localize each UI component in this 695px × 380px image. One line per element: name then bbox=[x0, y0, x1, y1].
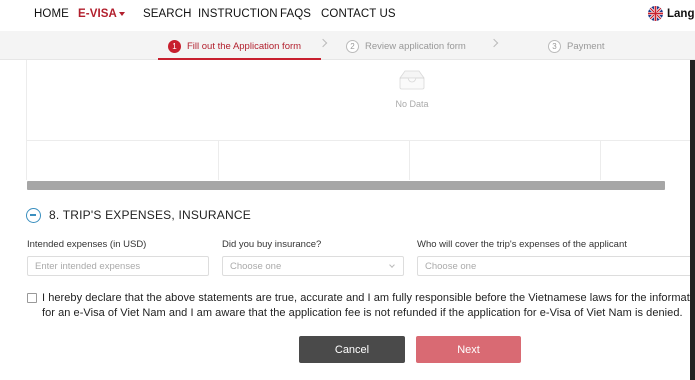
step-label: Review application form bbox=[365, 40, 466, 52]
declaration-text-line2: for an e-Visa of Viet Nam and I am aware… bbox=[42, 307, 683, 319]
progress-stepper: 1 Fill out the Application form 2 Review… bbox=[0, 31, 695, 60]
cancel-button[interactable]: Cancel bbox=[299, 336, 405, 363]
horizontal-scrollbar[interactable] bbox=[27, 181, 665, 190]
data-table: No Data bbox=[26, 60, 695, 180]
step-review: 2 Review application form bbox=[346, 38, 466, 54]
step-fill-form: 1 Fill out the Application form bbox=[168, 38, 301, 54]
window-edge bbox=[690, 60, 695, 380]
declaration-text-line1: I hereby declare that the above statemen… bbox=[42, 292, 695, 304]
chevron-right-icon bbox=[318, 38, 328, 48]
language-selector[interactable]: Langu bbox=[667, 8, 695, 20]
table-cell-divider bbox=[409, 140, 410, 180]
nav-instruction[interactable]: INSTRUCTION bbox=[198, 8, 278, 20]
section-title: 8. TRIP'S EXPENSES, INSURANCE bbox=[49, 208, 251, 222]
nav-home[interactable]: HOME bbox=[34, 8, 69, 20]
expense-cover-select[interactable]: Choose one bbox=[417, 256, 695, 276]
step-label: Fill out the Application form bbox=[187, 40, 302, 52]
nav-faqs[interactable]: FAQS bbox=[280, 8, 311, 20]
table-cell-divider bbox=[600, 140, 601, 180]
step-number: 2 bbox=[346, 39, 359, 53]
table-row bbox=[27, 140, 695, 141]
table-cell-divider bbox=[218, 140, 219, 180]
nav-contact-us[interactable]: CONTACT US bbox=[321, 8, 396, 20]
declaration-checkbox[interactable] bbox=[27, 293, 37, 303]
empty-box-icon bbox=[399, 70, 425, 90]
top-navigation: HOME E-VISA SEARCH INSTRUCTION FAQS CONT… bbox=[0, 0, 695, 31]
chevron-down-icon[interactable] bbox=[119, 12, 125, 16]
empty-state-text: No Data bbox=[395, 99, 429, 109]
insurance-label: Did you buy insurance? bbox=[222, 239, 322, 250]
step-number: 3 bbox=[548, 39, 561, 53]
nav-search[interactable]: SEARCH bbox=[143, 8, 192, 20]
step-number: 1 bbox=[168, 39, 181, 53]
next-button[interactable]: Next bbox=[416, 336, 521, 363]
step-label: Payment bbox=[567, 40, 605, 52]
collapse-icon[interactable] bbox=[26, 208, 41, 223]
step-payment: 3 Payment bbox=[548, 38, 605, 54]
expense-cover-label: Who will cover the trip's expenses of th… bbox=[417, 239, 627, 250]
uk-flag-icon[interactable] bbox=[648, 6, 663, 21]
expenses-label: Intended expenses (in USD) bbox=[27, 239, 147, 250]
chevron-right-icon bbox=[489, 38, 499, 48]
nav-evisa[interactable]: E-VISA bbox=[78, 8, 117, 20]
intended-expenses-input[interactable]: Enter intended expenses bbox=[27, 256, 209, 276]
insurance-select[interactable]: Choose one bbox=[222, 256, 404, 276]
